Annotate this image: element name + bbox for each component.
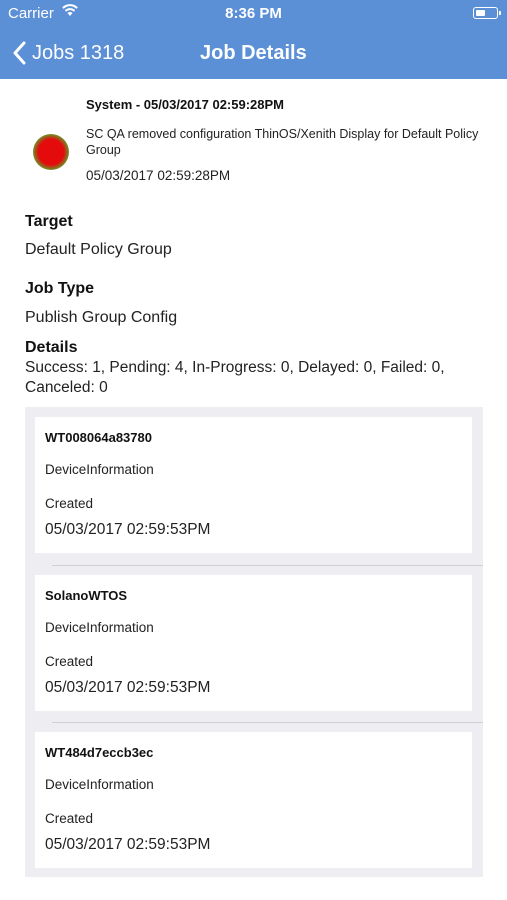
device-card[interactable]: WT008064a83780 DeviceInformation Created… — [35, 417, 472, 553]
device-timestamp: 05/03/2017 02:59:53PM — [45, 521, 211, 538]
top-bar: Carrier 8:36 PM Jobs 1318 Job Details — [0, 0, 507, 79]
details-label: Details — [25, 339, 78, 356]
job-type-label: Job Type — [25, 280, 95, 297]
navigation-bar: Jobs 1318 Job Details — [0, 28, 507, 79]
divider — [52, 722, 483, 723]
back-button[interactable]: Jobs 1318 — [12, 38, 124, 68]
status-time: 8:36 PM — [225, 5, 282, 22]
event-title: System - 05/03/2017 02:59:28PM — [86, 97, 285, 112]
device-type: DeviceInformation — [45, 462, 154, 477]
back-button-label: Jobs 1318 — [32, 41, 125, 64]
device-state: Created — [45, 496, 94, 511]
battery-icon — [473, 7, 501, 19]
divider — [52, 565, 483, 566]
device-timestamp: 05/03/2017 02:59:53PM — [45, 836, 211, 853]
device-name: WT008064a83780 — [45, 430, 152, 445]
event-timestamp: 05/03/2017 02:59:28PM — [86, 168, 231, 183]
red-status-dot-icon — [33, 134, 69, 170]
device-type: DeviceInformation — [45, 620, 154, 635]
status-bar: Carrier 8:36 PM — [0, 0, 507, 28]
device-card[interactable]: WT484d7eccb3ec DeviceInformation Created… — [35, 732, 472, 868]
target-value: Default Policy Group — [25, 241, 172, 258]
target-label: Target — [25, 213, 73, 230]
device-name: SolanoWTOS — [45, 588, 128, 603]
details-value: Success: 1, Pending: 4, In-Progress: 0, … — [25, 359, 445, 396]
chevron-left-icon — [12, 41, 32, 65]
device-state: Created — [45, 654, 94, 669]
device-type: DeviceInformation — [45, 777, 154, 792]
page-title: Job Details — [200, 42, 307, 64]
device-timestamp: 05/03/2017 02:59:53PM — [45, 679, 211, 696]
device-card[interactable]: SolanoWTOS DeviceInformation Created 05/… — [35, 575, 472, 711]
device-state: Created — [45, 811, 94, 826]
device-name: WT484d7eccb3ec — [45, 745, 154, 760]
event-description: SC QA removed configuration ThinOS/Xenit… — [86, 127, 479, 157]
job-type-value: Publish Group Config — [25, 309, 178, 326]
